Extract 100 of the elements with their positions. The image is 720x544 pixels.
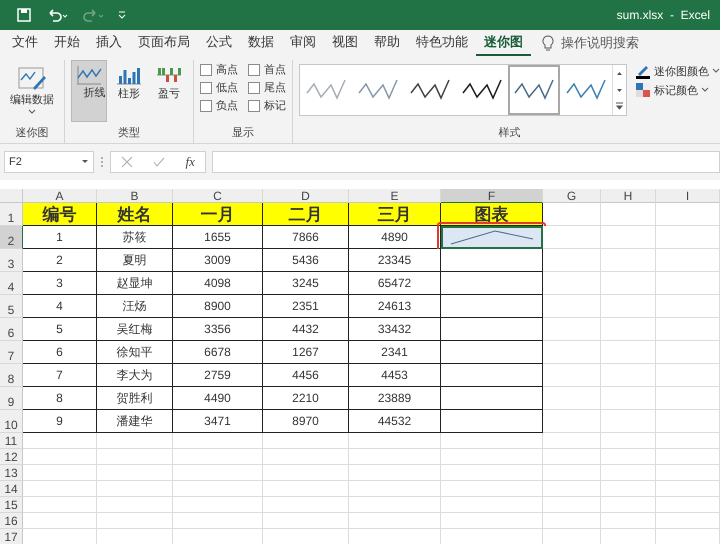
table-cell: 8 xyxy=(23,387,97,410)
table-cell: 吴红梅 xyxy=(97,318,173,341)
row-header[interactable]: 13 xyxy=(0,465,23,481)
column-header[interactable]: H xyxy=(601,189,656,203)
table-cell: 3009 xyxy=(173,249,263,272)
column-header[interactable]: C xyxy=(173,189,263,203)
table-cell: 4453 xyxy=(349,364,441,387)
table-cell: 1 xyxy=(23,226,97,249)
table-cell: 2210 xyxy=(263,387,349,410)
checkbox[interactable] xyxy=(200,64,212,76)
save-icon[interactable] xyxy=(16,7,32,23)
table-cell: 2 xyxy=(23,249,97,272)
ribbon-tab[interactable]: 特色功能 xyxy=(408,30,476,56)
row-header[interactable]: 4 xyxy=(0,272,23,295)
lightbulb-icon xyxy=(541,34,555,52)
row-header[interactable]: 1 xyxy=(0,203,23,226)
sparkline-type-button[interactable]: 盈亏 xyxy=(151,60,187,122)
table-cell: 赵显坤 xyxy=(97,272,173,295)
line-chart-icon xyxy=(75,64,103,86)
row-header[interactable]: 2 xyxy=(0,226,23,249)
row-header[interactable]: 6 xyxy=(0,318,23,341)
checkbox[interactable] xyxy=(248,82,260,94)
table-cell: 24613 xyxy=(349,295,441,318)
column-header[interactable]: F xyxy=(441,189,543,203)
table-cell: 2351 xyxy=(263,295,349,318)
ribbon-tab[interactable]: 帮助 xyxy=(366,30,408,56)
row-header[interactable]: 5 xyxy=(0,295,23,318)
sparkline-type-button[interactable]: 折线 xyxy=(71,60,107,122)
marker-color-button[interactable]: 标记颜色 xyxy=(635,82,720,98)
formula-input[interactable] xyxy=(212,151,720,173)
ribbon-tab[interactable]: 开始 xyxy=(46,30,88,56)
ribbon-tab[interactable]: 插入 xyxy=(88,30,130,56)
table-cell: 23889 xyxy=(349,387,441,410)
table-cell: 65472 xyxy=(349,272,441,295)
table-cell: 潘建华 xyxy=(97,410,173,433)
table-cell: 23345 xyxy=(349,249,441,272)
table-cell: 4098 xyxy=(173,272,263,295)
row-header[interactable]: 9 xyxy=(0,387,23,410)
caret-icon xyxy=(712,68,720,74)
row-header[interactable]: 8 xyxy=(0,364,23,387)
header-cell: 一月 xyxy=(173,203,263,226)
ribbon-tab[interactable]: 页面布局 xyxy=(130,30,198,56)
name-box[interactable]: F2 xyxy=(4,151,94,173)
show-checkbox[interactable]: 低点 xyxy=(200,80,238,95)
ribbon-tab[interactable]: 公式 xyxy=(198,30,240,56)
table-cell: 3471 xyxy=(173,410,263,433)
group-label: 显示 xyxy=(231,126,255,141)
table-cell: 汪炀 xyxy=(97,295,173,318)
row-header[interactable]: 15 xyxy=(0,497,23,513)
header-cell: 编号 xyxy=(23,203,97,226)
show-checkbox[interactable]: 首点 xyxy=(248,62,286,77)
checkbox[interactable] xyxy=(200,82,212,94)
ribbon-tab[interactable]: 数据 xyxy=(240,30,282,56)
sparkline-type-button[interactable]: 柱形 xyxy=(111,60,147,122)
confirm-icon xyxy=(153,156,166,168)
row-header[interactable]: 7 xyxy=(0,341,23,364)
table-cell: 44532 xyxy=(349,410,441,433)
header-cell: 图表 xyxy=(441,203,543,226)
table-cell: 3 xyxy=(23,272,97,295)
caret-icon xyxy=(28,108,36,114)
checkbox[interactable] xyxy=(200,100,212,112)
drag-handle-icon xyxy=(100,155,104,169)
column-header[interactable]: I xyxy=(656,189,720,203)
show-checkbox[interactable]: 负点 xyxy=(200,98,238,113)
caret-icon xyxy=(701,87,709,93)
marker-color-icon xyxy=(635,82,651,98)
row-header[interactable]: 11 xyxy=(0,433,23,449)
tell-me-search[interactable]: 操作说明搜索 xyxy=(561,34,639,52)
row-header[interactable]: 12 xyxy=(0,449,23,465)
column-header[interactable]: D xyxy=(263,189,349,203)
table-cell: 8970 xyxy=(263,410,349,433)
checkbox[interactable] xyxy=(248,64,260,76)
show-checkbox[interactable]: 高点 xyxy=(200,62,238,77)
edit-data-button[interactable]: 编辑数据 xyxy=(6,60,58,122)
table-cell: 2341 xyxy=(349,341,441,364)
row-header[interactable]: 3 xyxy=(0,249,23,272)
table-cell: 3356 xyxy=(173,318,263,341)
row-header[interactable]: 10 xyxy=(0,410,23,433)
show-checkbox[interactable]: 尾点 xyxy=(248,80,286,95)
ribbon-tab[interactable]: 审阅 xyxy=(282,30,324,56)
row-header[interactable]: 17 xyxy=(0,529,23,544)
insert-function-button[interactable]: fx xyxy=(186,154,195,170)
column-header[interactable]: B xyxy=(97,189,173,203)
column-header[interactable]: A xyxy=(23,189,97,203)
column-header[interactable]: G xyxy=(543,189,601,203)
row-header[interactable]: 16 xyxy=(0,513,23,529)
row-header[interactable]: 14 xyxy=(0,481,23,497)
show-checkbox[interactable]: 标记 xyxy=(248,98,286,113)
pen-color-icon xyxy=(635,63,651,79)
table-cell: 3245 xyxy=(263,272,349,295)
ribbon-tab[interactable]: 文件 xyxy=(4,30,46,56)
table-cell: 4 xyxy=(23,295,97,318)
column-header[interactable]: E xyxy=(349,189,441,203)
header-cell: 三月 xyxy=(349,203,441,226)
sparkline-color-button[interactable]: 迷你图颜色 xyxy=(635,63,720,79)
table-cell: 4432 xyxy=(263,318,349,341)
group-label: 类型 xyxy=(117,126,141,141)
table-cell: 4890 xyxy=(349,226,441,249)
ribbon-tab[interactable]: 视图 xyxy=(324,30,366,56)
checkbox[interactable] xyxy=(248,100,260,112)
